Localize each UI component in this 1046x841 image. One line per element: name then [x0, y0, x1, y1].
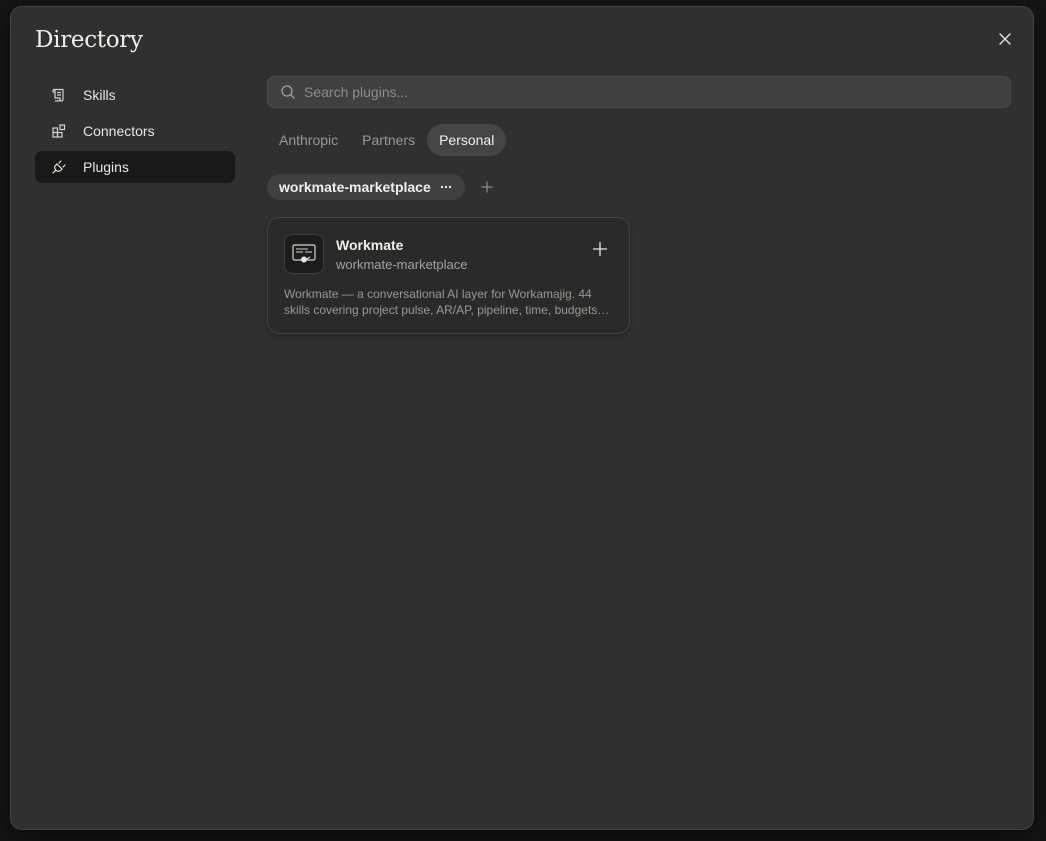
add-marketplace-button[interactable] — [479, 179, 495, 195]
plus-icon — [592, 241, 608, 257]
marketplace-chip[interactable]: workmate-marketplace — [267, 174, 465, 200]
plugin-name: Workmate — [336, 237, 404, 253]
plugin-source: workmate-marketplace — [336, 257, 468, 272]
plug-icon — [51, 159, 67, 175]
sidebar-item-label: Skills — [83, 87, 116, 103]
sidebar-item-plugins[interactable]: Plugins — [35, 151, 235, 183]
sidebar: Skills Connectors Plugins — [35, 79, 235, 187]
modal-title: Directory — [35, 27, 143, 53]
search-input[interactable] — [304, 84, 1010, 100]
source-tabs: Anthropic Partners Personal — [267, 124, 507, 156]
close-icon — [999, 33, 1011, 45]
search-bar[interactable] — [267, 76, 1011, 108]
plus-icon — [481, 181, 493, 193]
sidebar-item-label: Connectors — [83, 123, 155, 139]
marketplace-filter: workmate-marketplace — [267, 174, 495, 200]
plugin-logo — [284, 234, 324, 274]
marketplace-chip-label: workmate-marketplace — [279, 179, 431, 195]
scroll-icon — [51, 87, 67, 103]
sidebar-item-label: Plugins — [83, 159, 129, 175]
close-button[interactable] — [993, 27, 1017, 51]
sidebar-item-connectors[interactable]: Connectors — [35, 115, 235, 147]
more-options-icon[interactable] — [439, 180, 453, 194]
plugin-description: Workmate — a conversational AI layer for… — [284, 287, 598, 317]
tab-partners[interactable]: Partners — [350, 124, 427, 156]
search-icon — [281, 85, 295, 99]
tab-anthropic[interactable]: Anthropic — [267, 124, 350, 156]
chat-window-icon — [292, 244, 316, 263]
blocks-icon — [51, 123, 67, 139]
tab-personal[interactable]: Personal — [427, 124, 507, 156]
sidebar-item-skills[interactable]: Skills — [35, 79, 235, 111]
install-plugin-button[interactable] — [591, 240, 609, 258]
plugin-card[interactable]: Workmate workmate-marketplace Workmate —… — [267, 217, 630, 334]
directory-modal: Directory Skills Connectors Plugins Sear… — [10, 6, 1034, 830]
